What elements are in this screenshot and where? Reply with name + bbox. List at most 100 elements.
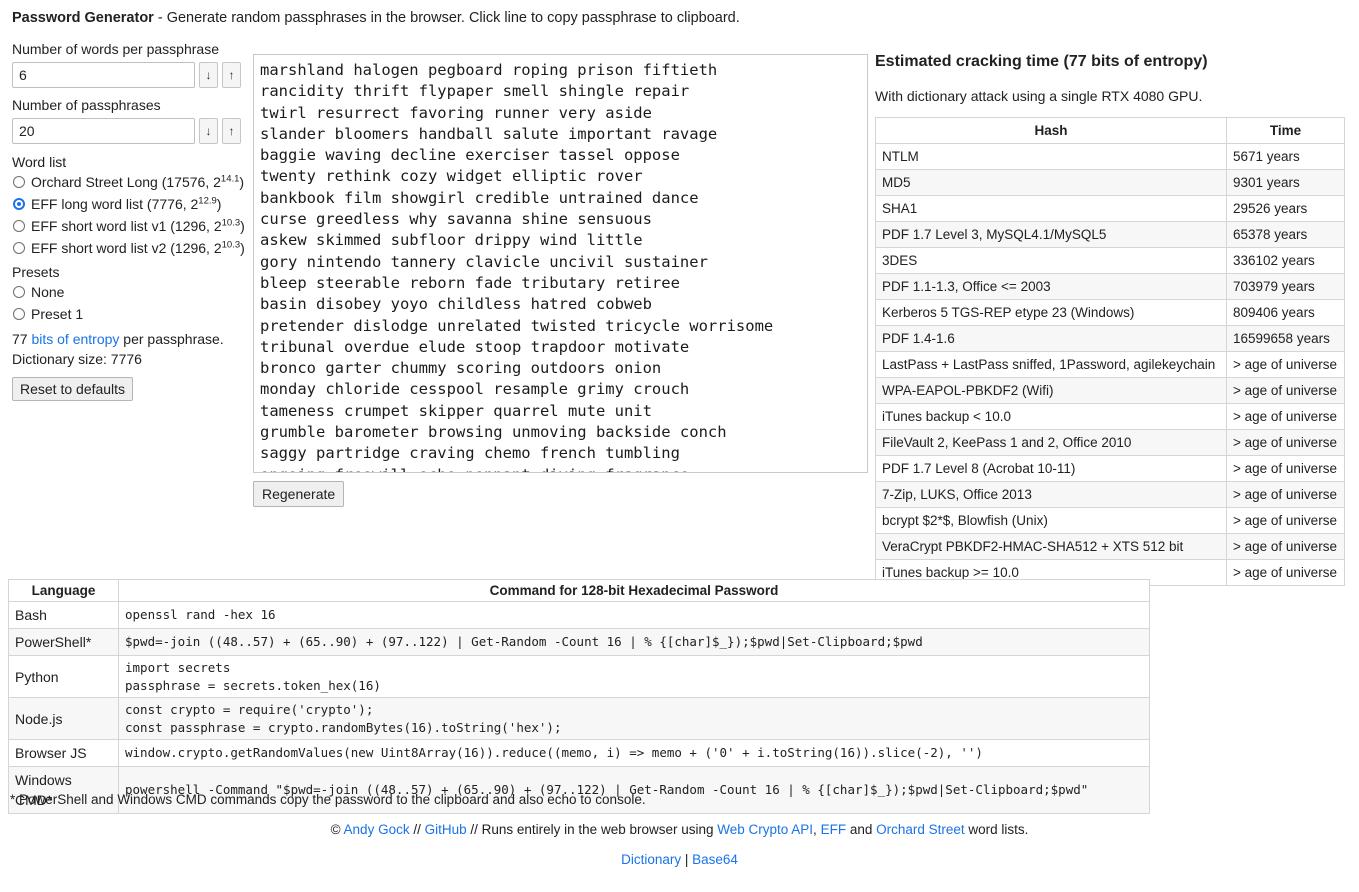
passphrases-increment-button[interactable]: ↑ — [222, 118, 241, 144]
radio-icon[interactable] — [13, 308, 25, 320]
table-row: Browser JS window.crypto.getRandomValues(… — [8, 739, 1150, 767]
column-header-time: Time — [1226, 117, 1345, 144]
passphrase-line[interactable]: pretender dislodge unrelated twisted tri… — [260, 316, 861, 337]
base64-link[interactable]: Base64 — [692, 852, 738, 867]
author-link[interactable]: Andy Gock — [344, 822, 410, 837]
passphrase-line[interactable]: baggie waving decline exerciser tassel o… — [260, 145, 861, 166]
passphrase-line[interactable]: curse greedless why savanna shine sensuo… — [260, 209, 861, 230]
table-row: Python import secrets passphrase = secret… — [8, 655, 1150, 698]
table-row: NTLM 5671 years — [875, 143, 1345, 170]
table-row: WPA-EAPOL-PBKDF2 (Wifi) > age of universe — [875, 377, 1345, 404]
wordlist-option-label: EFF short word list v1 (1296, 210.3) — [31, 217, 245, 234]
cracking-time-subtitle: With dictionary attack using a single RT… — [875, 88, 1203, 104]
preset-option-label: Preset 1 — [31, 306, 84, 322]
web-crypto-api-link[interactable]: Web Crypto API — [717, 822, 813, 837]
bits-of-entropy-link[interactable]: bits of entropy — [31, 331, 119, 347]
time-cell: > age of universe — [1226, 481, 1345, 508]
hash-cell: SHA1 — [875, 195, 1227, 222]
command-cell[interactable]: import secrets passphrase = secrets.toke… — [118, 655, 1150, 698]
time-cell: 5671 years — [1226, 143, 1345, 170]
passphrase-line[interactable]: twirl resurrect favoring runner very asi… — [260, 103, 861, 124]
hash-cell: PDF 1.7 Level 3, MySQL4.1/MySQL5 — [875, 221, 1227, 248]
passphrase-line[interactable]: saggy partridge craving chemo french tum… — [260, 443, 861, 464]
regenerate-button[interactable]: Regenerate — [253, 481, 345, 507]
time-cell: > age of universe — [1226, 377, 1345, 404]
time-cell: 65378 years — [1226, 221, 1345, 248]
hash-cell: VeraCrypt PBKDF2-HMAC-SHA512 + XTS 512 b… — [875, 533, 1227, 560]
passphrase-line[interactable]: monday chloride cesspool resample grimy … — [260, 379, 861, 400]
radio-icon[interactable] — [13, 198, 25, 210]
passphrases-decrement-button[interactable]: ↓ — [199, 118, 218, 144]
command-cell[interactable]: const crypto = require('crypto'); const … — [118, 697, 1150, 740]
table-row: 7-Zip, LUKS, Office 2013 > age of univers… — [875, 481, 1345, 508]
words-per-passphrase-row: ↓ ↑ — [12, 62, 248, 88]
command-cell[interactable]: openssl rand -hex 16 — [118, 601, 1150, 629]
dictionary-size: Dictionary size: 7776 — [12, 351, 142, 367]
reset-to-defaults-button[interactable]: Reset to defaults — [12, 377, 134, 401]
table-row: PDF 1.7 Level 8 (Acrobat 10-11) > age of … — [875, 455, 1345, 482]
passphrase-line[interactable]: rancidity thrift flypaper smell shingle … — [260, 81, 861, 102]
radio-icon[interactable] — [13, 242, 25, 254]
passphrase-line[interactable]: basin disobey yoyo childless hatred cobw… — [260, 294, 861, 315]
entropy-line: 77 bits of entropy per passphrase. — [12, 329, 248, 349]
passphrase-line[interactable]: twenty rethink cozy widget elliptic rove… — [260, 166, 861, 187]
radio-icon[interactable] — [13, 286, 25, 298]
table-row: Kerberos 5 TGS-REP etype 23 (Windows) 809… — [875, 299, 1345, 326]
table-row: MD5 9301 years — [875, 169, 1345, 196]
wordlist-option-eff-short-v1[interactable]: EFF short word list v1 (1296, 210.3) — [12, 216, 248, 238]
column-header-command: Command for 128-bit Hexadecimal Password — [118, 579, 1150, 602]
passphrase-line[interactable]: tribunal overdue elude stoop trapdoor mo… — [260, 337, 861, 358]
passphrase-line[interactable]: bankbook film showgirl credible untraine… — [260, 188, 861, 209]
command-cell[interactable]: window.crypto.getRandomValues(new Uint8A… — [118, 739, 1150, 767]
language-cell: Bash — [8, 601, 119, 629]
radio-icon[interactable] — [13, 176, 25, 188]
passphrase-line[interactable]: grumble barometer browsing unmoving back… — [260, 422, 861, 443]
wordlist-option-eff-short-v2[interactable]: EFF short word list v2 (1296, 210.3) — [12, 238, 248, 260]
time-cell: 9301 years — [1226, 169, 1345, 196]
entropy-suffix: per passphrase. — [119, 331, 224, 347]
wordlist-option-orchard-street-long[interactable]: Orchard Street Long (17576, 214.1) — [12, 172, 248, 194]
language-cell: Python — [8, 655, 119, 698]
passphrase-line[interactable]: askew skimmed subfloor drippy wind littl… — [260, 230, 861, 251]
time-cell: > age of universe — [1226, 455, 1345, 482]
app-description: - Generate random passphrases in the bro… — [153, 10, 740, 26]
words-decrement-button[interactable]: ↓ — [199, 62, 218, 88]
words-per-passphrase-input[interactable] — [12, 62, 195, 88]
cracking-time-table: Hash Time NTLM 5671 years MD5 9301 years SHA… — [875, 117, 1345, 586]
passphrase-line[interactable]: marshland halogen pegboard roping prison… — [260, 60, 861, 81]
time-cell: 336102 years — [1226, 247, 1345, 274]
words-increment-button[interactable]: ↑ — [222, 62, 241, 88]
table-row: VeraCrypt PBKDF2-HMAC-SHA512 + XTS 512 b… — [875, 533, 1345, 560]
number-of-passphrases-row: ↓ ↑ — [12, 118, 248, 144]
number-of-passphrases-input[interactable] — [12, 118, 195, 144]
passphrase-line[interactable]: bronco garter chummy scoring outdoors on… — [260, 358, 861, 379]
dictionary-link[interactable]: Dictionary — [621, 852, 681, 867]
preset-option-label: None — [31, 284, 65, 300]
passphrase-line[interactable]: tameness crumpet skipper quarrel mute un… — [260, 401, 861, 422]
orchard-street-link[interactable]: Orchard Street — [876, 822, 965, 837]
preset-option-preset-1[interactable]: Preset 1 — [12, 304, 248, 326]
time-cell: > age of universe — [1226, 403, 1345, 430]
radio-icon[interactable] — [13, 220, 25, 232]
passphrase-line[interactable]: gory nintendo tannery clavicle uncivil s… — [260, 252, 861, 273]
github-link[interactable]: GitHub — [425, 822, 467, 837]
hash-cell: 3DES — [875, 247, 1227, 274]
passphrase-line[interactable]: slander bloomers handball salute importa… — [260, 124, 861, 145]
words-per-passphrase-label: Number of words per passphrase — [12, 41, 219, 57]
wordlist-option-eff-long[interactable]: EFF long word list (7776, 212.9) — [12, 194, 248, 216]
eff-link[interactable]: EFF — [821, 822, 847, 837]
table-header-row: Language Command for 128-bit Hexadecimal… — [8, 579, 1150, 602]
passphrase-line[interactable]: ongoing freewill echo pennant diving fra… — [260, 465, 861, 472]
hash-cell: PDF 1.1-1.3, Office <= 2003 — [875, 273, 1227, 300]
table-row: PowerShell* $pwd=-join ((48..57) + (65..9… — [8, 628, 1150, 656]
commands-footnote: * PowerShell and Windows CMD commands co… — [10, 792, 646, 807]
passphrase-output[interactable]: marshland halogen pegboard roping prison… — [253, 54, 868, 473]
command-cell[interactable]: $pwd=-join ((48..57) + (65..90) + (97..1… — [118, 628, 1150, 656]
language-cell: Browser JS — [8, 739, 119, 767]
passphrase-line[interactable]: bleep steerable reborn fade tributary re… — [260, 273, 861, 294]
time-cell: > age of universe — [1226, 559, 1345, 586]
preset-option-none[interactable]: None — [12, 282, 248, 304]
hash-cell: LastPass + LastPass sniffed, 1Password, … — [875, 351, 1227, 378]
table-row: PDF 1.7 Level 3, MySQL4.1/MySQL5 65378 ye… — [875, 221, 1345, 248]
time-cell: 703979 years — [1226, 273, 1345, 300]
